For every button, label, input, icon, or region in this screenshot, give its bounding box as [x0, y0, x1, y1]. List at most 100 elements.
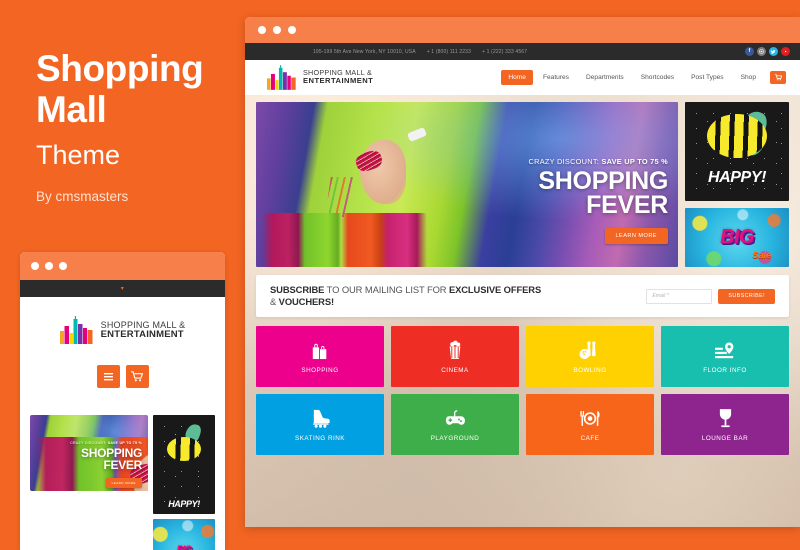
cart-icon [131, 371, 143, 382]
hero-row: CRAZY DISCOUNT: SAVE UP TO 75 % SHOPPING… [245, 95, 800, 267]
site-topbar: 195-199 5th Ave New York, NY 10010, USA … [245, 43, 800, 60]
subscribe-submit-button[interactable]: SUBSCRIBE! [718, 288, 775, 304]
tile-skating-rink[interactable]: SKATING RINK [256, 394, 384, 455]
mobile-hero-banner[interactable]: CRAZY DISCOUNT: SAVE UP TO 75 % SHOPPING… [30, 415, 148, 491]
site-logo[interactable]: SHOPPING MALL & ENTERTAINMENT [267, 65, 373, 90]
mobile-promo-column: HAPPY! BIG [153, 415, 215, 550]
nav-item-departments[interactable]: Departments [579, 70, 631, 85]
mobile-topbar: ▾ [20, 280, 225, 297]
page-author: By cmsmasters [36, 188, 129, 204]
bee-happy-text: HAPPY! [168, 499, 200, 509]
hero-title-line-2: FEVER [586, 191, 668, 220]
hero-hand [360, 140, 406, 204]
mobile-promo-bee-happy[interactable]: HAPPY! [153, 415, 215, 514]
city-skyline-logo-icon [267, 65, 296, 90]
topbar-contacts: 195-199 5th Ave New York, NY 10010, USA … [313, 49, 527, 55]
instagram-icon[interactable] [757, 47, 766, 56]
hero-shopping-bags [262, 213, 427, 267]
mobile-logo[interactable]: SHOPPING MALL & ENTERTAINMENT [20, 297, 225, 363]
logo-line-2: ENTERTAINMENT [303, 76, 374, 86]
mobile-hero-kicker-bold: SAVE UP TO 75 % [107, 441, 142, 445]
browser-chrome [245, 17, 800, 43]
title-line-1: Shopping [36, 48, 204, 89]
tile-label: CINEMA [441, 367, 469, 374]
tile-label: SHOPPING [301, 367, 339, 374]
main-navigation: Home Features Departments Shortcodes Pos… [501, 70, 786, 85]
subscribe-plain-1: TO OUR MAILING LIST FOR [324, 283, 449, 295]
bee-body-icon [707, 113, 767, 158]
page-content: CRAZY DISCOUNT: SAVE UP TO 75 % SHOPPING… [245, 95, 800, 527]
promo-title-block: Shopping Mall Theme By cmsmasters [0, 0, 245, 204]
mobile-preview-window: ▾ SHOPPING MALL & ENTERTAINMENT CRAZY DI… [20, 252, 225, 550]
map-pin-icon [714, 339, 736, 361]
nav-item-post-types[interactable]: Post Types [684, 70, 731, 85]
mobile-window-chrome [20, 252, 225, 280]
tile-label: CAFE [580, 435, 600, 442]
facebook-icon[interactable]: f [745, 47, 754, 56]
hero-banner[interactable]: CRAZY DISCOUNT: SAVE UP TO 75 % SHOPPING… [256, 102, 678, 267]
mobile-hero-row: CRAZY DISCOUNT: SAVE UP TO 75 % SHOPPING… [20, 415, 225, 550]
window-dot-close-icon[interactable] [31, 262, 39, 270]
tile-label: LOUNGE BAR [701, 435, 749, 442]
promo-big-sale[interactable]: BIG Sale [685, 208, 789, 267]
tile-label: FLOOR INFO [703, 367, 747, 374]
bee-happy-text: HAPPY! [707, 169, 767, 186]
page-subtitle: Theme [36, 139, 121, 170]
bee-body-icon [167, 436, 201, 461]
big-sale-text: BIG [176, 543, 192, 550]
title-line-2: Mall [36, 89, 107, 131]
gamepad-icon [444, 407, 466, 429]
mobile-cart-button[interactable] [125, 365, 149, 388]
mobile-action-buttons [20, 363, 225, 400]
wine-glass-icon [718, 407, 733, 429]
subscribe-plain-2: & [270, 296, 279, 307]
promo-bee-happy[interactable]: HAPPY! [685, 102, 789, 201]
youtube-glyph-icon [785, 50, 787, 53]
roller-skate-icon [310, 407, 331, 429]
subscribe-bold-2: EXCLUSIVE OFFERS [448, 283, 542, 295]
hero-learn-more-button[interactable]: LEARN MORE [604, 227, 668, 244]
shopping-bag-icon [311, 339, 329, 361]
topbar-phone-1[interactable]: + 1 (800) 111 2233 [427, 49, 471, 55]
tile-playground[interactable]: PLAYGROUND [391, 394, 519, 455]
mobile-menu-button[interactable] [96, 365, 120, 388]
topbar-phone-2[interactable]: + 1 (222) 333 4567 [482, 49, 527, 55]
window-dot-close-icon[interactable] [258, 26, 266, 34]
tile-label: BOWLING [573, 367, 607, 374]
twitter-glyph-icon [771, 50, 776, 54]
nav-item-shortcodes[interactable]: Shortcodes [634, 70, 681, 85]
bowling-icon [579, 339, 601, 361]
nav-item-shop[interactable]: Shop [734, 70, 763, 85]
tile-bowling[interactable]: BOWLING [526, 326, 654, 387]
subscribe-email-input[interactable]: Email * [646, 288, 713, 304]
mobile-hero-title-2: FEVER [103, 457, 142, 472]
tile-floor-info[interactable]: FLOOR INFO [661, 326, 789, 387]
tile-lounge-bar[interactable]: LOUNGE BAR [661, 394, 789, 455]
window-dot-maximize-icon[interactable] [59, 262, 67, 270]
nav-item-features[interactable]: Features [536, 70, 576, 85]
hero-title: SHOPPING FEVER [529, 169, 668, 218]
nav-item-home[interactable]: Home [501, 70, 533, 85]
mobile-logo-line-2: ENTERTAINMENT [100, 328, 184, 340]
topbar-address: 195-199 5th Ave New York, NY 10010, USA [313, 48, 416, 55]
hero-kicker-bold: SAVE UP TO 75 % [601, 157, 668, 166]
window-dot-maximize-icon[interactable] [288, 26, 296, 34]
tile-cinema[interactable]: CINEMA [391, 326, 519, 387]
category-tiles: SHOPPING CINEMA BOWLING FLOOR INFO SKATI… [256, 326, 789, 455]
big-sale-sale-text: Sale [752, 250, 771, 260]
tile-cafe[interactable]: CAFE [526, 394, 654, 455]
page-title: Shopping Mall [36, 48, 226, 131]
mobile-hero-learn-more-button[interactable]: LEARN MORE [105, 478, 142, 489]
youtube-icon[interactable] [781, 47, 790, 56]
subscribe-bold-1: SUBSCRIBE [270, 283, 325, 295]
tile-shopping[interactable]: SHOPPING [256, 326, 384, 387]
subscribe-text: SUBSCRIBE TO OUR MAILING LIST FOR EXCLUS… [270, 284, 545, 309]
window-dot-minimize-icon[interactable] [45, 262, 53, 270]
mobile-promo-big-sale[interactable]: BIG [153, 519, 215, 550]
window-dot-minimize-icon[interactable] [273, 26, 281, 34]
site-header: SHOPPING MALL & ENTERTAINMENT Home Featu… [245, 60, 800, 95]
twitter-icon[interactable] [769, 47, 778, 56]
mobile-topbar-marker: ▾ [120, 286, 125, 292]
subscribe-bold-3: VOUCHERS! [278, 296, 335, 307]
cart-button[interactable] [770, 71, 786, 84]
